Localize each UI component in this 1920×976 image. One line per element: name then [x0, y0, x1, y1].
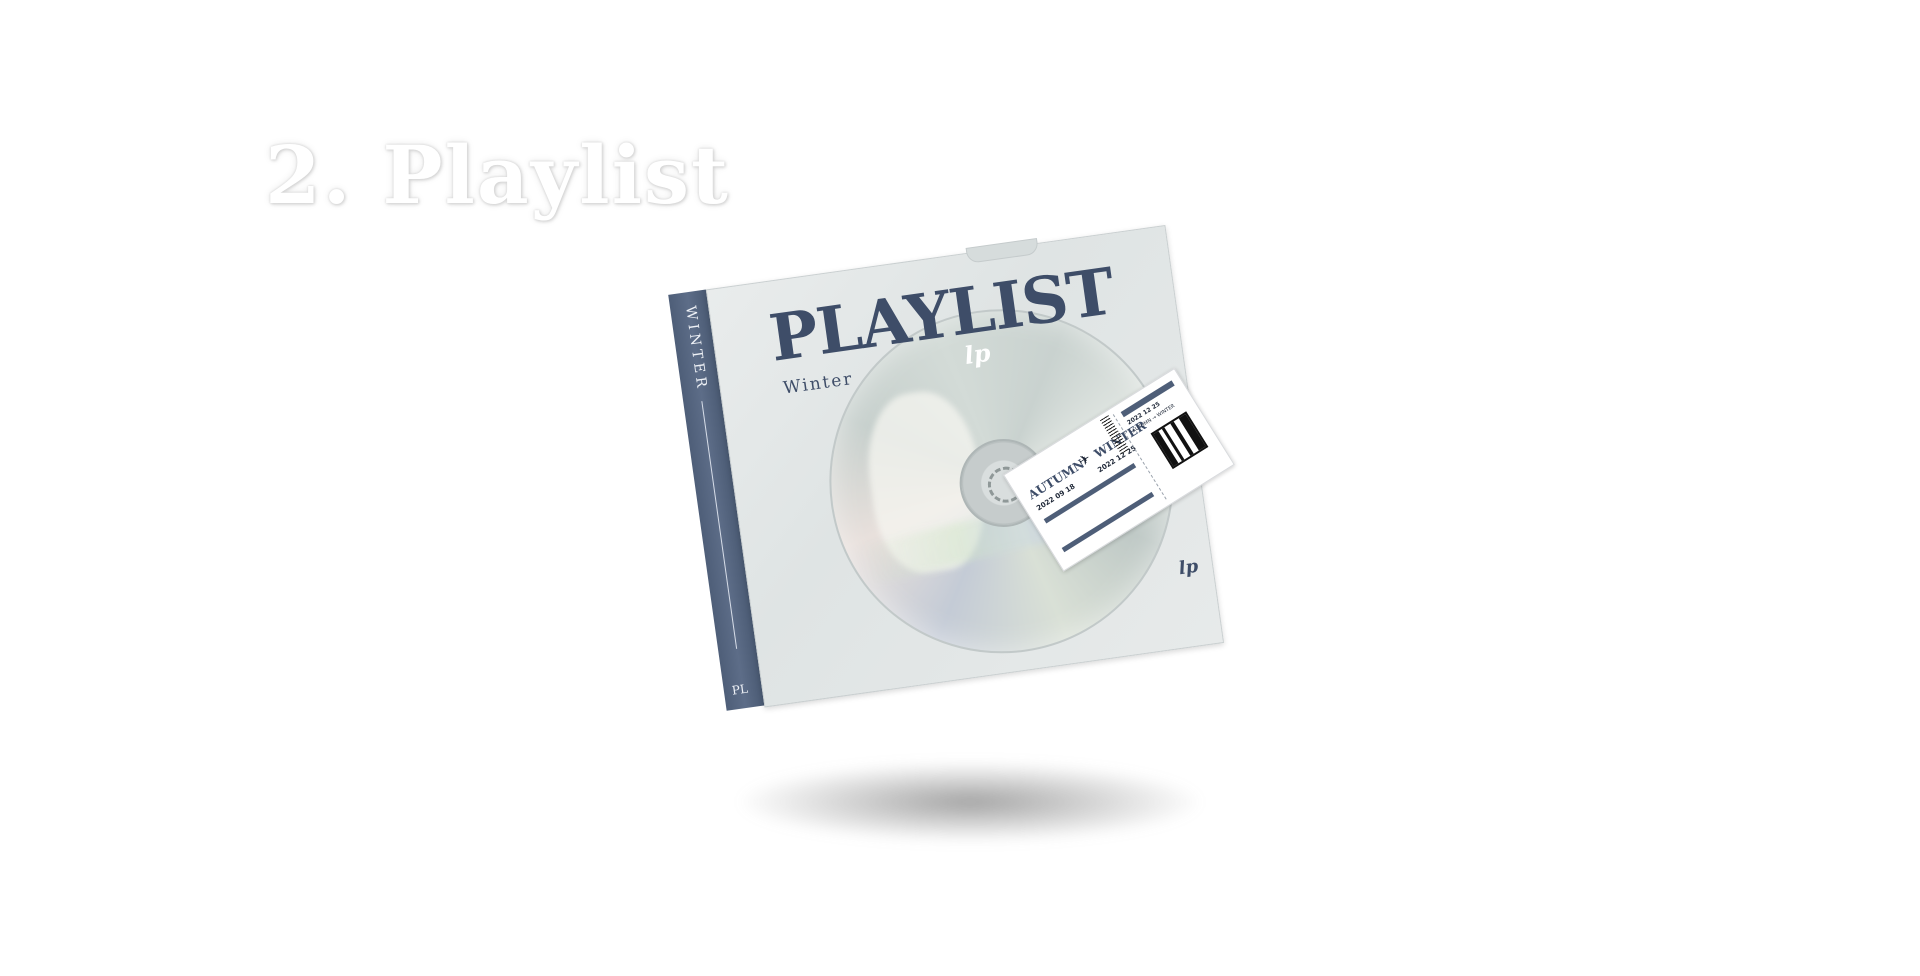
cd-case[interactable]: WINTER PL PLAYLIST Winter lp lp AUTUMN ✈…	[668, 224, 1235, 711]
qr-code-icon	[1150, 411, 1209, 470]
spine-word: WINTER	[682, 304, 710, 393]
spine-code: PL	[730, 681, 749, 698]
case-front: PLAYLIST Winter lp lp AUTUMN ✈ WINTER 20…	[705, 224, 1235, 708]
case-shadow	[740, 762, 1200, 842]
fine-print	[812, 670, 951, 689]
case-tab	[965, 237, 1040, 264]
logo-small-icon: lp	[1177, 555, 1200, 580]
page: 2. Playlist WINTER PL PLAYLIST Winter lp…	[0, 0, 1920, 976]
logo-icon: lp	[962, 337, 993, 371]
album-scene: WINTER PL PLAYLIST Winter lp lp AUTUMN ✈…	[0, 0, 1920, 976]
